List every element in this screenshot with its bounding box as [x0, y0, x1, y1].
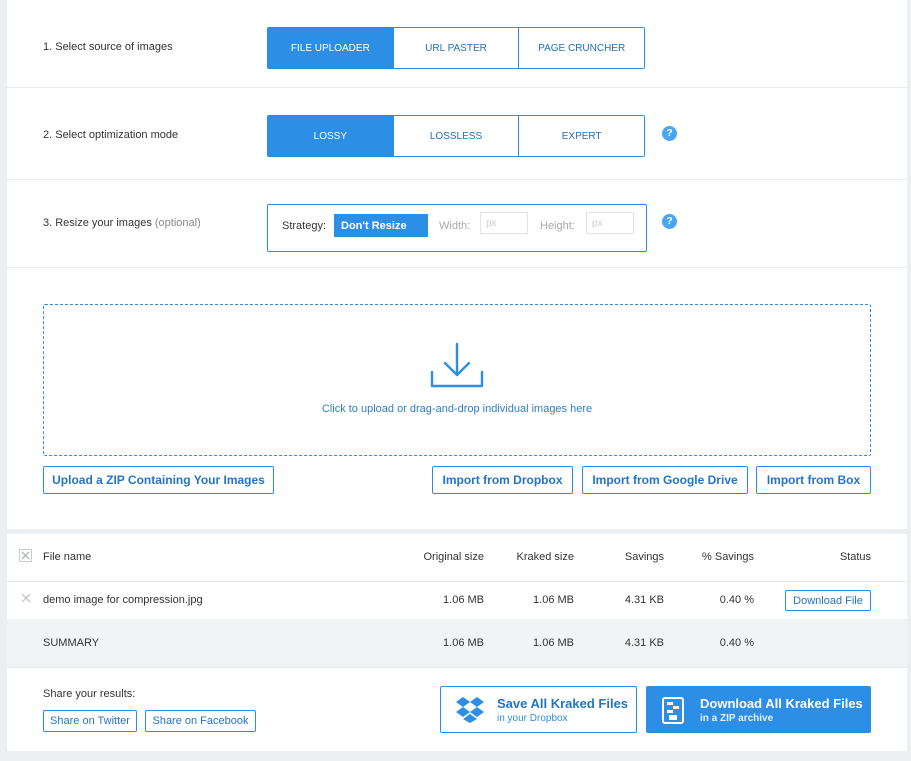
download-arrow-icon	[430, 342, 484, 388]
tab-url-paster[interactable]: URL PASTER	[392, 28, 519, 68]
remove-file-icon[interactable]	[21, 593, 31, 603]
header-percent-savings: % Savings	[702, 551, 754, 563]
resize-label-text: 3. Resize your images	[43, 217, 152, 229]
clear-all-icon[interactable]	[19, 549, 32, 562]
download-zip-subtitle: in a ZIP archive	[700, 712, 774, 724]
save-dropbox-title: Save All Kraked Files	[497, 695, 629, 711]
tab-lossless[interactable]: LOSSLESS	[392, 116, 519, 156]
upload-zip-button[interactable]: Upload a ZIP Containing Your Images	[43, 466, 274, 494]
header-status: Status	[839, 551, 871, 563]
strategy-label: Strategy:	[282, 220, 327, 232]
height-label: Height:	[540, 220, 575, 232]
resize-label: 3. Resize your images (optional)	[43, 217, 201, 229]
import-box-button[interactable]: Import from Box	[756, 466, 871, 494]
dropzone-text: Click to upload or drag-and-drop individ…	[321, 403, 593, 415]
download-file-button[interactable]: Download File	[785, 590, 871, 611]
resize-optional-text: (optional)	[154, 217, 201, 229]
header-file-name: File name	[43, 551, 92, 563]
summary-row: SUMMARY 1.06 MB 1.06 MB 4.31 KB 0.40 %	[7, 619, 907, 667]
original-size-cell: 1.06 MB	[443, 594, 484, 606]
header-savings: Savings	[624, 551, 664, 563]
width-input[interactable]: px	[480, 212, 528, 234]
tab-lossy[interactable]: LOSSY	[268, 116, 393, 156]
upload-dropzone[interactable]: Click to upload or drag-and-drop individ…	[43, 304, 871, 456]
source-selector: FILE UPLOADER URL PASTER PAGE CRUNCHER	[267, 27, 645, 69]
zip-archive-icon	[662, 696, 684, 724]
tab-page-cruncher[interactable]: PAGE CRUNCHER	[518, 28, 645, 68]
tab-file-uploader[interactable]: FILE UPLOADER	[268, 28, 393, 68]
header-kraked-size: Kraked size	[516, 551, 574, 563]
mode-label: 2. Select optimization mode	[43, 129, 179, 141]
summary-kraked: 1.06 MB	[533, 637, 574, 649]
resize-help-icon[interactable]: ?	[662, 214, 677, 229]
source-label: 1. Select source of images	[43, 41, 173, 53]
percent-savings-cell: 0.40 %	[719, 594, 754, 606]
summary-original: 1.06 MB	[443, 637, 484, 649]
import-google-drive-button[interactable]: Import from Google Drive	[582, 466, 748, 494]
import-dropbox-button[interactable]: Import from Dropbox	[432, 466, 573, 494]
kraked-size-cell: 1.06 MB	[533, 594, 574, 606]
dropbox-icon	[456, 696, 484, 723]
savings-cell: 4.31 KB	[624, 594, 664, 606]
summary-percent-savings: 0.40 %	[719, 637, 754, 649]
share-facebook-button[interactable]: Share on Facebook	[145, 710, 256, 732]
save-to-dropbox-button[interactable]: Save All Kraked Files in your Dropbox	[440, 686, 637, 733]
width-label: Width:	[439, 220, 471, 232]
mode-row: 2. Select optimization mode LOSSY LOSSLE…	[7, 92, 907, 180]
header-original-size: Original size	[423, 551, 484, 563]
source-row: 1. Select source of images FILE UPLOADER…	[7, 0, 907, 88]
height-input[interactable]: px	[586, 212, 634, 234]
mode-help-icon[interactable]: ?	[662, 126, 677, 141]
settings-panel: 1. Select source of images FILE UPLOADER…	[7, 0, 907, 529]
table-row: demo image for compression.jpg 1.06 MB 1…	[7, 582, 907, 619]
download-zip-button[interactable]: Download All Kraked Files in a ZIP archi…	[646, 686, 871, 733]
tab-expert[interactable]: EXPERT	[518, 116, 645, 156]
share-twitter-button[interactable]: Share on Twitter	[43, 710, 137, 732]
save-dropbox-subtitle: in your Dropbox	[497, 712, 568, 724]
summary-label: SUMMARY	[43, 637, 100, 649]
divider	[7, 667, 907, 668]
summary-savings: 4.31 KB	[624, 637, 664, 649]
file-name-cell: demo image for compression.jpg	[43, 594, 203, 606]
table-header: File name Original size Kraked size Savi…	[7, 534, 907, 581]
strategy-select[interactable]: Don't Resize	[334, 214, 428, 237]
resize-controls: Strategy: Don't Resize Width: px Height:…	[267, 204, 647, 252]
mode-selector: LOSSY LOSSLESS EXPERT	[267, 115, 645, 157]
download-zip-title: Download All Kraked Files	[700, 695, 863, 711]
share-label: Share your results:	[43, 688, 136, 700]
